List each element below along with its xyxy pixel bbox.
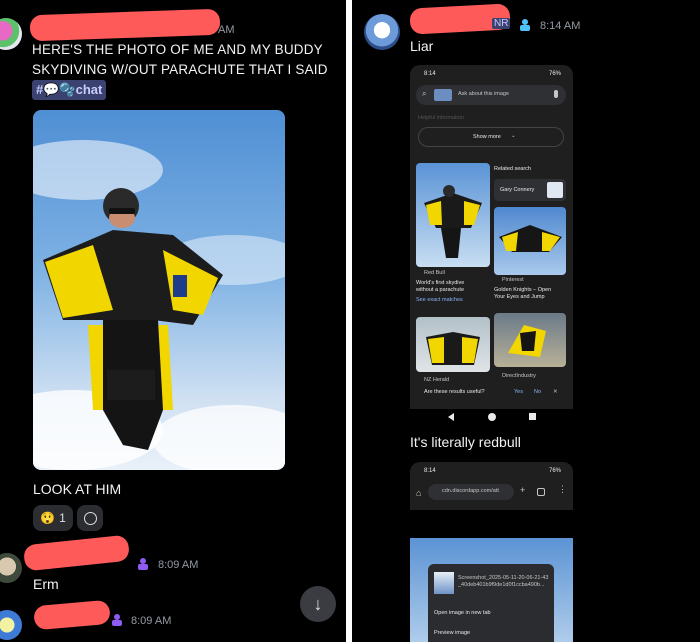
url-bar[interactable]: cdn.discordapp.com/att [428,484,514,500]
left-screenshot: AM HERE'S THE PHOTO OF ME AND MY BUDDY S… [0,0,346,642]
message-time: 8:09 AM [158,559,199,571]
message-text: It's literally redbull [410,434,521,450]
exact-matches-link[interactable]: See exact matches [416,297,463,304]
status-battery: 76% [548,468,561,474]
result-title[interactable]: Golden Knights – Open Your Eyes and Jump [494,287,551,301]
context-menu: Screenshot_2025-05-11-20-06-21-43 _40deb… [428,564,554,642]
bubbles-icon: 🫧 [59,82,76,97]
right-screenshot: NR 8:14 AM Liar 8:14 76% ⌕ Ask about thi… [352,0,700,642]
chevron-down-icon: ⌄ [511,133,516,139]
message-text: Liar [410,38,434,54]
related-search-label: Related search [494,166,531,172]
result-image[interactable] [494,207,566,275]
message-time: 8:14 AM [540,20,581,32]
role-icon [112,614,122,626]
scroll-to-bottom-button[interactable]: ↓ [300,586,336,622]
search-icon: ⌕ [422,89,427,98]
smiley-icon [83,511,97,525]
back-icon[interactable] [448,413,454,421]
user-avatar[interactable] [0,18,22,50]
lens-search-bar[interactable]: ⌕ Ask about this image [416,85,566,105]
lens-screenshot[interactable]: 8:14 76% ⌕ Ask about this image Helpful … [410,65,573,425]
home-icon[interactable]: ⌂ [416,488,421,498]
photo-caption: LOOK AT HIM [33,481,122,497]
redacted-username [33,599,111,631]
faded-text: Helpful information [418,115,464,121]
user-avatar[interactable] [364,14,400,50]
android-nav-bar [410,409,573,425]
role-icon [138,558,148,570]
tabs-icon[interactable] [537,488,545,496]
message-text: Erm [33,576,59,592]
result-source: Pinterest [502,277,524,283]
result-image[interactable] [416,317,490,372]
feedback-no-button[interactable]: No [534,389,541,396]
result-image[interactable] [494,313,566,367]
result-title[interactable]: World's first skydive without a parachut… [416,280,464,294]
menu-icon[interactable]: ⋮ [558,485,567,494]
status-battery: 76% [548,71,561,77]
result-source: Red Bull [424,270,445,276]
status-clock: 8:14 [424,468,436,474]
search-placeholder: Ask about this image [458,91,510,97]
result-source: NZ Herald [424,377,450,383]
home-icon[interactable] [488,413,496,421]
preview-image-item[interactable]: Preview image [434,630,470,637]
new-tab-icon[interactable]: + [520,486,525,495]
browser-screenshot[interactable]: 8:14 76% ⌂ cdn.discordapp.com/att + ⋮ Sc… [410,462,573,642]
message-time: 8:09 AM [131,615,172,627]
user-avatar[interactable] [0,610,22,640]
close-icon[interactable]: ✕ [553,389,558,396]
channel-name: chat [75,82,103,97]
speech-bubble-icon: 💬 [43,82,60,97]
feedback-yes-button[interactable]: Yes [514,389,523,396]
astonished-emoji-icon: 😲 [40,511,56,525]
page-content [410,510,573,538]
role-icon [520,19,530,31]
chip-thumbnail [547,182,563,198]
message-time: AM [218,24,235,36]
related-chip[interactable]: Gary Connery [494,179,566,201]
file-thumbnail [434,572,454,594]
feedback-question: Are these results useful? [424,389,485,395]
channel-mention[interactable]: #💬🫧chat [32,80,107,100]
file-name: Screenshot_2025-05-11-20-06-21-43 _40deb… [458,575,549,588]
reaction-count: 1 [59,511,66,525]
result-image[interactable] [416,163,490,267]
reaction-astonished[interactable]: 😲 1 [33,505,73,531]
redacted-username [29,8,221,42]
recents-icon[interactable] [529,413,536,420]
attached-photo[interactable] [33,110,285,470]
show-more-button[interactable]: Show more ⌄ [418,127,564,147]
status-clock: 8:14 [424,71,436,77]
image-thumbnail [434,89,452,101]
redacted-username [22,534,131,572]
result-source: DirectIndustry [502,373,536,379]
open-in-new-tab-item[interactable]: Open image in new tab [434,610,491,617]
username-fragment: NR [492,18,511,29]
mic-icon [554,90,558,98]
add-reaction-button[interactable] [77,505,103,531]
user-avatar[interactable] [0,553,22,583]
arrow-down-icon: ↓ [313,593,323,614]
